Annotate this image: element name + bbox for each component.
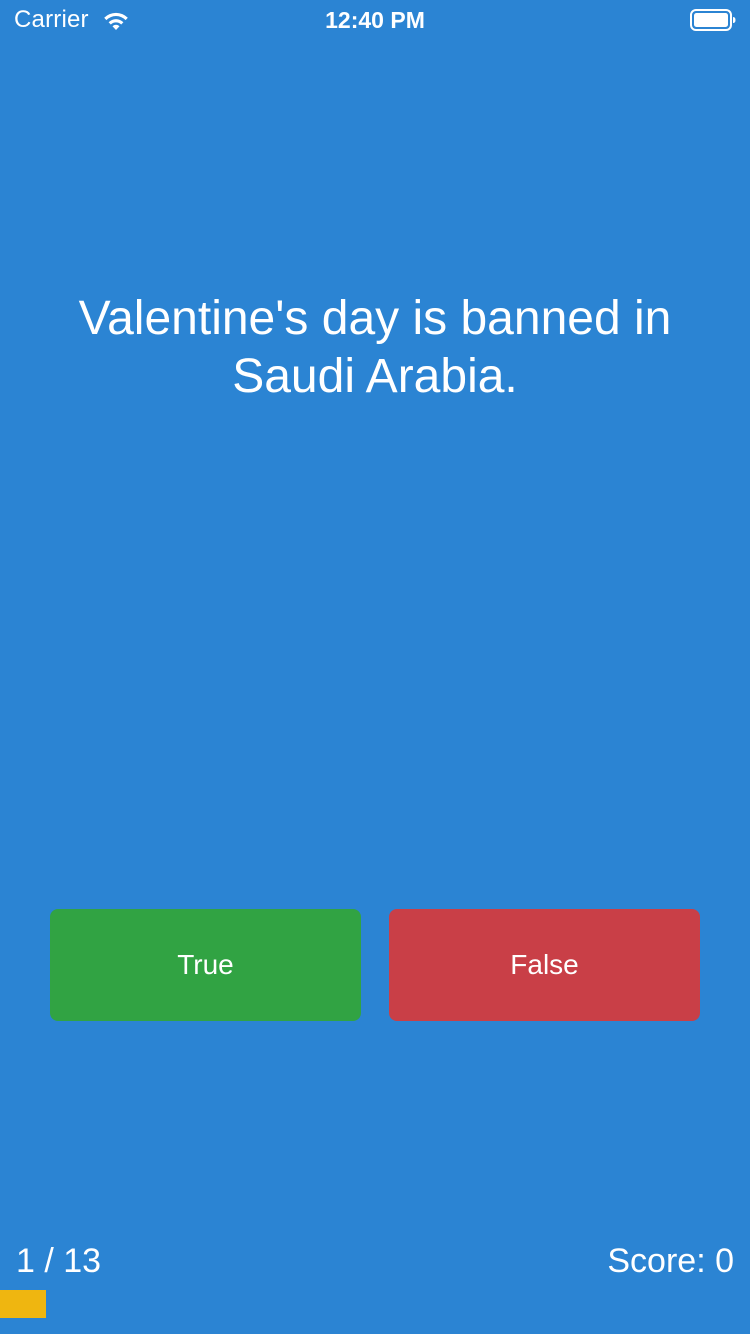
false-button-label: False bbox=[510, 949, 579, 980]
true-button[interactable]: True bbox=[50, 909, 361, 1021]
progress-bar bbox=[0, 1290, 750, 1318]
progress-bar-fill bbox=[0, 1290, 46, 1318]
status-time: 12:40 PM bbox=[325, 7, 425, 33]
score-label: Score: 0 bbox=[607, 1242, 734, 1280]
status-bar: Carrier 12:40 PM bbox=[0, 0, 750, 40]
true-button-label: True bbox=[177, 949, 234, 980]
false-button[interactable]: False bbox=[389, 909, 700, 1021]
battery-icon bbox=[690, 9, 736, 31]
question-progress-label: 1 / 13 bbox=[16, 1242, 102, 1280]
question-text: Valentine's day is banned in Saudi Arabi… bbox=[78, 292, 672, 403]
